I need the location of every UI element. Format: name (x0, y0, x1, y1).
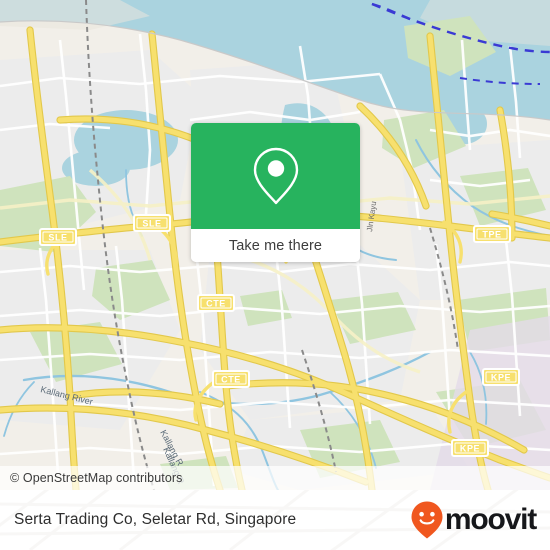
shield-cte[interactable]: CTE (197, 294, 235, 312)
shield-kpe[interactable]: KPE (482, 368, 520, 386)
moovit-pin-icon (411, 501, 443, 539)
place-card[interactable]: Take me there (191, 123, 360, 262)
shield-sle[interactable]: SLE (39, 228, 77, 246)
shield-label: CTE (221, 375, 241, 385)
place-title: Serta Trading Co, Seletar Rd, Singapore (14, 511, 297, 528)
place-card-header (191, 123, 360, 229)
moovit-logo[interactable]: moovit (410, 500, 537, 540)
attribution-text: © OpenStreetMap contributors (10, 471, 183, 485)
shield-kpe[interactable]: KPE (451, 439, 489, 457)
shield-cte[interactable]: CTE (212, 370, 250, 388)
shield-label: CTE (206, 299, 226, 309)
shield-label: KPE (460, 444, 480, 454)
shield-label: SLE (142, 219, 161, 229)
place-card-cta[interactable]: Take me there (191, 229, 360, 262)
shield-label: TPE (482, 230, 501, 240)
take-me-there-label: Take me there (228, 237, 323, 254)
shield-tpe[interactable]: TPE (473, 225, 511, 243)
map-attribution[interactable]: © OpenStreetMap contributors (0, 466, 550, 490)
moovit-wordmark: moovit (444, 503, 537, 536)
shield-label: KPE (491, 373, 511, 383)
map-canvas[interactable]: Kallang River Kallang R Kallang R Jln Ka… (0, 0, 550, 490)
moovit-map-page: Kallang River Kallang R Kallang R Jln Ka… (0, 0, 550, 550)
shield-label: SLE (48, 233, 67, 243)
map-pin-icon (252, 146, 300, 206)
shield-sle[interactable]: SLE (133, 214, 171, 232)
page-footer: Serta Trading Co, Seletar Rd, Singapore … (0, 490, 550, 550)
